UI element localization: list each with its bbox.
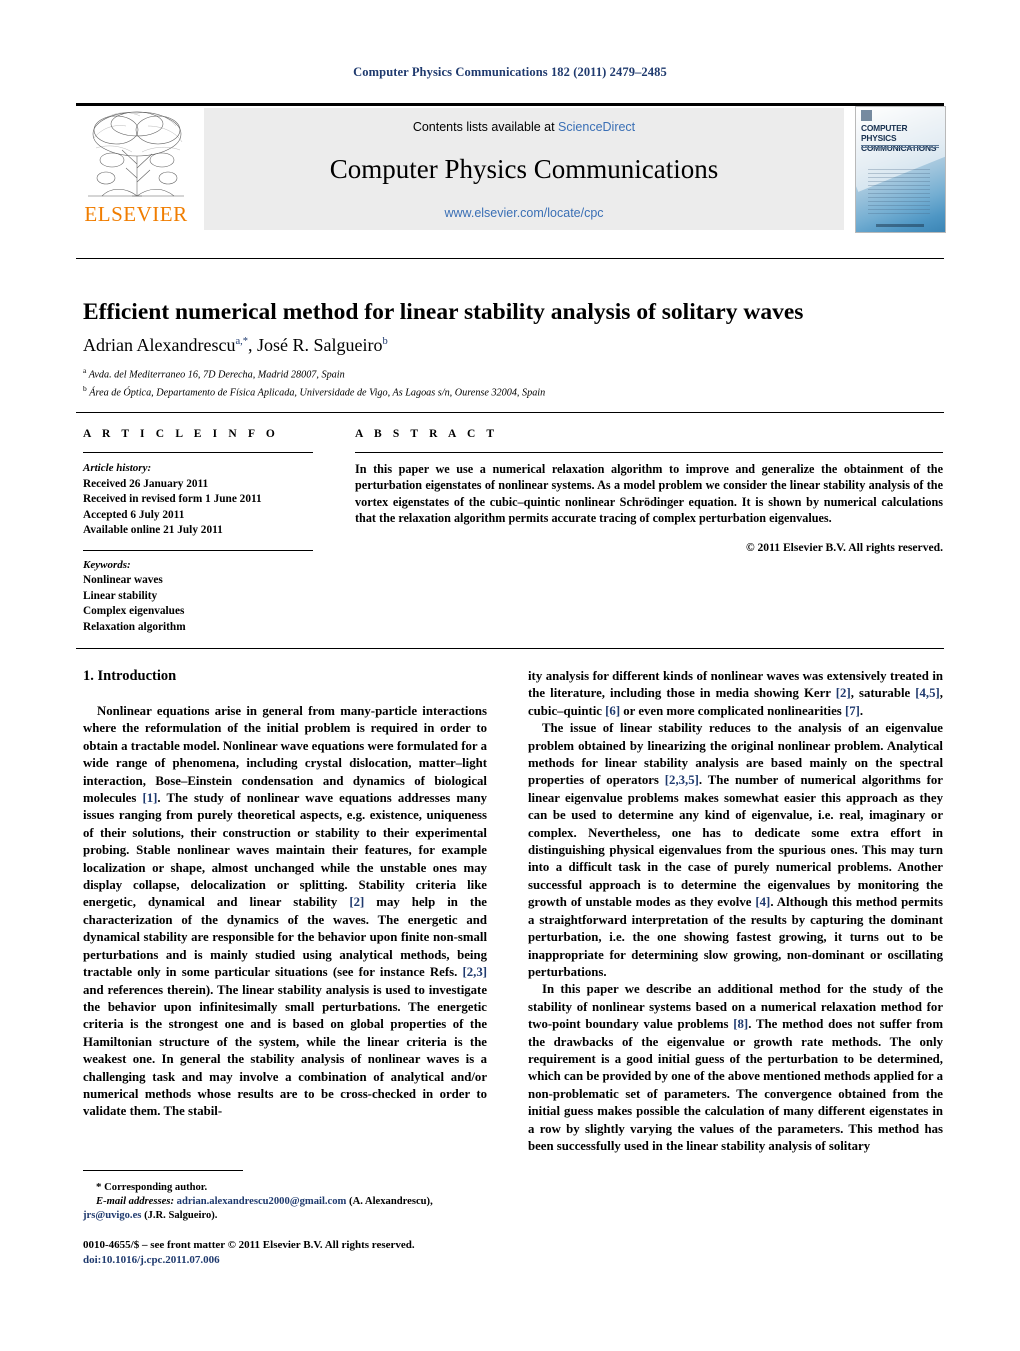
affiliation-a: a Avda. del Mediterraneo 16, 7D Derecha,… [83, 366, 345, 381]
article-info-heading: A R T I C L E I N F O [83, 428, 279, 440]
email-label: E-mail addresses: [96, 1196, 174, 1208]
issn-line: 0010-4655/$ – see front matter © 2011 El… [83, 1239, 415, 1251]
email-owner-2: (J.R. Salgueiro). [144, 1210, 218, 1222]
email-link-2[interactable]: jrs@uvigo.es [83, 1210, 141, 1221]
history-item: Received 26 January 2011 [83, 477, 209, 490]
footnote-block: * Corresponding author. E-mail addresses… [83, 1180, 487, 1224]
article-history-label: Article history: [83, 462, 152, 474]
footnote-rule [83, 1170, 243, 1171]
email-owner-1: (A. Alexandrescu), [349, 1196, 433, 1208]
contents-available-line: Contents lists available at ScienceDirec… [204, 120, 844, 134]
cover-title: COMPUTER PHYSICS COMMUNICATIONS [861, 123, 941, 153]
paper-page: Computer Physics Communications 182 (201… [0, 0, 1020, 1351]
email-note: E-mail addresses: adrian.alexandrescu200… [83, 1195, 487, 1223]
band-bottom-rule [76, 648, 944, 649]
asterisk-icon: * [96, 1181, 102, 1193]
affiliation-b: b Área de Óptica, Departamento de Física… [83, 383, 546, 399]
affiliation-b-text: Área de Óptica, Departamento de Física A… [89, 387, 546, 399]
abstract-text: In this paper we use a numerical relaxat… [355, 462, 943, 526]
abstract-rule [355, 452, 943, 453]
body-column-right: ity analysis for different kinds of nonl… [528, 668, 943, 1155]
cover-elsevier-mark [861, 110, 872, 121]
article-info-rule [83, 452, 313, 453]
keywords-label: Keywords: [83, 558, 131, 571]
cover-footer-bar [876, 224, 924, 227]
body-column-left: 1. Introduction Nonlinear equations aris… [83, 668, 487, 1121]
keywords-rule [83, 549, 313, 551]
sciencedirect-link[interactable]: ScienceDirect [558, 120, 635, 134]
corresponding-author-note: * Corresponding author. [83, 1180, 487, 1195]
email-link-1[interactable]: adrian.alexandrescu2000@gmail.com [177, 1196, 347, 1207]
journal-cover-thumbnail[interactable]: COMPUTER PHYSICS COMMUNICATIONS [855, 106, 946, 233]
keyword-item: Linear stability [83, 589, 158, 602]
running-head: Computer Physics Communications 182 (201… [353, 65, 667, 79]
section-heading-introduction: 1. Introduction [83, 668, 177, 684]
journal-title: Computer Physics Communications [329, 154, 719, 184]
masthead-panel: Contents lists available at ScienceDirec… [204, 108, 844, 230]
page-title: Efficient numerical method for linear st… [83, 298, 804, 325]
affiliation-a-text: Avda. del Mediterraneo 16, 7D Derecha, M… [88, 369, 345, 381]
paragraph: ity analysis for different kinds of nonl… [528, 669, 943, 718]
keyword-item: Nonlinear waves [83, 574, 163, 586]
history-item: Available online 21 July 2011 [83, 524, 223, 536]
history-item: Received in revised form 1 June 2011 [83, 493, 262, 505]
author-list: Adrian Alexandrescua,*, José R. Salgueir… [83, 335, 388, 355]
cover-subtitle-rules [861, 145, 939, 148]
keyword-item: Relaxation algorithm [83, 620, 186, 633]
abstract-column: A B S T R A C T In this paper we use a n… [355, 428, 943, 554]
article-info-column: A R T I C L E I N F O Article history: R… [83, 428, 358, 635]
paragraph: The issue of linear stability reduces to… [528, 721, 944, 979]
keyword-item: Complex eigenvalues [83, 605, 185, 617]
title-divider [76, 258, 944, 259]
elsevier-logo: ELSEVIER [76, 108, 196, 230]
journal-url-link[interactable]: www.elsevier.com/locate/cpc [204, 206, 844, 220]
doi-link[interactable]: doi:10.1016/j.cpc.2011.07.006 [83, 1253, 513, 1268]
band-top-rule [76, 412, 944, 413]
keywords-block: Keywords: Nonlinear waves Linear stabili… [83, 558, 358, 636]
elsevier-wordmark: ELSEVIER [84, 202, 188, 226]
abstract-heading: A B S T R A C T [355, 428, 499, 440]
history-item: Accepted 6 July 2011 [83, 508, 185, 521]
cover-title-line1: COMPUTER PHYSICS [861, 123, 908, 143]
elsevier-tree-icon [82, 108, 190, 200]
masthead-top-rule [76, 103, 944, 106]
imprint-block: 0010-4655/$ – see front matter © 2011 El… [83, 1238, 513, 1267]
contents-prefix: Contents lists available at [412, 120, 559, 134]
abstract-copyright: © 2011 Elsevier B.V. All rights reserved… [745, 540, 943, 554]
paragraph: Nonlinear equations arise in general fro… [83, 704, 487, 1119]
affiliations: a Avda. del Mediterraneo 16, 7D Derecha,… [83, 364, 943, 400]
cover-text-block [868, 169, 930, 217]
corresponding-author-text: Corresponding author. [104, 1182, 208, 1193]
journal-masthead: ELSEVIER Contents lists available at Sci… [76, 103, 946, 233]
article-history-block: Article history: Received 26 January 201… [83, 461, 358, 539]
paragraph: In this paper we describe an additional … [528, 982, 943, 1153]
